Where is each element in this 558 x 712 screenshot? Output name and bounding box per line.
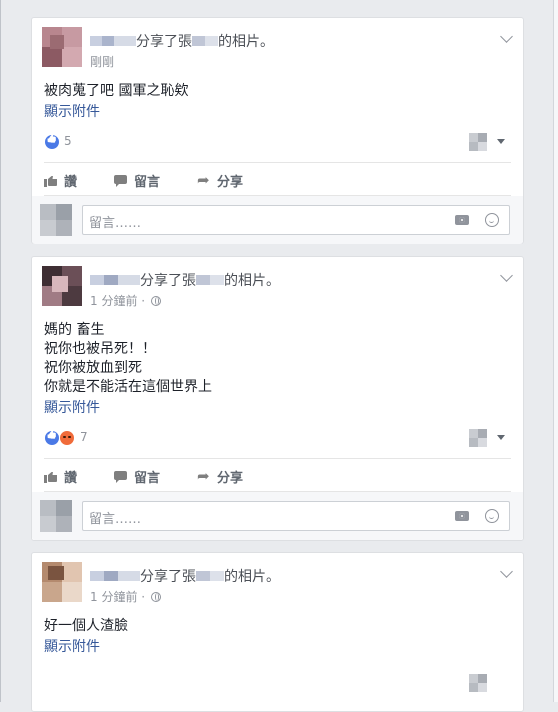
share-as-avatar[interactable] <box>469 674 487 692</box>
smiley-icon[interactable] <box>485 213 499 227</box>
share-as-caret-icon[interactable] <box>497 139 505 144</box>
share-button[interactable]: 分享 <box>197 171 243 190</box>
share-headline: 分享了張 的相片。 <box>90 270 280 290</box>
share-object: 的相片。 <box>224 569 280 585</box>
angry-face-icon[interactable] <box>59 430 75 446</box>
post-card: 分享了張 的相片。 1 分鐘前 · 媽的 畜生 祝你也被吊死！！ 祝你被放血到死 … <box>31 256 524 541</box>
post-text-line: 祝你也被吊死！！ <box>44 341 156 357</box>
post-text-line: 被肉蒐了吧 國軍之恥欸 <box>44 83 189 99</box>
comment-label: 留言 <box>134 175 161 190</box>
globe-icon[interactable] <box>150 592 161 602</box>
like-button[interactable]: 讚 <box>44 171 77 190</box>
share-label: 分享 <box>217 175 244 190</box>
post-menu-chevron-icon[interactable] <box>500 269 513 282</box>
owner-name-redacted[interactable] <box>192 34 218 48</box>
camera-icon[interactable] <box>455 215 469 225</box>
action-bar: 讚 留言 分享 <box>44 459 511 492</box>
like-reaction-icon[interactable] <box>44 430 60 446</box>
share-button[interactable]: 分享 <box>197 467 243 486</box>
post-body: 媽的 畜生 祝你也被吊死！！ 祝你被放血到死 你就是不能活在這個世界上 顯示附件 <box>32 317 523 418</box>
author-name-redacted[interactable] <box>90 569 140 583</box>
post-text-line: 你就是不能活在這個世界上 <box>44 379 212 395</box>
show-attachment-link[interactable]: 顯示附件 <box>44 638 511 657</box>
share-headline: 分享了張 的相片。 <box>90 31 274 51</box>
scrollbar-track[interactable] <box>553 0 558 702</box>
reactions-bar: 7 <box>44 418 511 459</box>
author-avatar[interactable] <box>42 27 82 67</box>
comment-label: 留言 <box>134 471 161 486</box>
share-as-caret-icon[interactable] <box>497 435 505 440</box>
author-name-redacted[interactable] <box>90 34 136 48</box>
thumbs-up-icon <box>44 471 58 483</box>
like-label: 讚 <box>64 175 78 190</box>
show-attachment-link[interactable]: 顯示附件 <box>44 399 511 418</box>
reaction-count[interactable]: 5 <box>64 134 72 148</box>
post-meta: 1 分鐘前 · <box>90 588 161 605</box>
action-bar: 讚 留言 分享 <box>44 163 511 196</box>
post-menu-chevron-icon[interactable] <box>500 565 513 578</box>
share-as-avatar[interactable] <box>469 133 487 151</box>
comment-input[interactable]: 留言…… <box>82 501 510 531</box>
like-label: 讚 <box>64 471 78 486</box>
comment-button[interactable]: 留言 <box>114 467 160 486</box>
share-verb: 分享了張 <box>136 34 192 50</box>
post-header: 分享了張 的相片。 剛剛 <box>32 18 523 78</box>
viewer-avatar <box>40 500 72 532</box>
share-object: 的相片。 <box>224 273 280 289</box>
share-label: 分享 <box>217 471 244 486</box>
globe-icon[interactable] <box>150 296 161 306</box>
reaction-count[interactable]: 7 <box>80 430 88 444</box>
post-text-line: 媽的 畜生 <box>44 322 105 338</box>
post-time[interactable]: 1 分鐘前 · <box>90 294 145 308</box>
share-verb: 分享了張 <box>140 569 196 585</box>
share-verb: 分享了張 <box>140 273 196 289</box>
post-body: 被肉蒐了吧 國軍之恥欸 顯示附件 <box>32 78 523 122</box>
show-attachment-link[interactable]: 顯示附件 <box>44 103 511 122</box>
post-time[interactable]: 1 分鐘前 · <box>90 590 145 604</box>
comment-input[interactable]: 留言…… <box>82 205 510 235</box>
comment-composer: 留言…… <box>32 196 523 244</box>
camera-icon[interactable] <box>455 511 469 521</box>
post-text-line: 好一個人渣臉 <box>44 618 128 634</box>
like-reaction-icon[interactable] <box>44 134 60 150</box>
share-object: 的相片。 <box>218 34 274 50</box>
author-avatar[interactable] <box>42 562 82 602</box>
post-meta: 1 分鐘前 · <box>90 292 161 309</box>
reactions-bar <box>44 657 511 697</box>
post-text-line: 祝你被放血到死 <box>44 360 142 376</box>
share-headline: 分享了張 的相片。 <box>90 566 280 586</box>
post-time[interactable]: 剛剛 <box>90 55 114 69</box>
owner-name-redacted[interactable] <box>196 273 224 287</box>
post-body: 好一個人渣臉 顯示附件 <box>32 613 523 657</box>
reactions-bar: 5 <box>44 122 511 163</box>
post-header: 分享了張 的相片。 1 分鐘前 · <box>32 553 523 613</box>
owner-name-redacted[interactable] <box>196 569 224 583</box>
share-arrow-icon <box>197 467 211 485</box>
post-menu-chevron-icon[interactable] <box>500 30 513 43</box>
like-button[interactable]: 讚 <box>44 467 77 486</box>
viewer-avatar <box>40 204 72 236</box>
share-arrow-icon <box>197 171 211 189</box>
comment-bubble-icon <box>114 471 128 483</box>
author-name-redacted[interactable] <box>90 273 140 287</box>
post-card: 分享了張 的相片。 1 分鐘前 · 好一個人渣臉 顯示附件 <box>31 552 524 712</box>
post-header: 分享了張 的相片。 1 分鐘前 · <box>32 257 523 317</box>
comment-bubble-icon <box>114 175 128 187</box>
post-meta: 剛剛 <box>90 53 114 70</box>
share-as-avatar[interactable] <box>469 429 487 447</box>
smiley-icon[interactable] <box>485 509 499 523</box>
comment-placeholder: 留言…… <box>89 512 142 527</box>
comment-button[interactable]: 留言 <box>114 171 160 190</box>
comment-placeholder: 留言…… <box>89 216 142 231</box>
post-card: 分享了張 的相片。 剛剛 被肉蒐了吧 國軍之恥欸 顯示附件 5 讚 留言 分享 留… <box>31 17 524 244</box>
comment-composer: 留言…… <box>32 492 523 540</box>
author-avatar[interactable] <box>42 266 82 306</box>
thumbs-up-icon <box>44 175 58 187</box>
window-edge-left <box>0 0 1 702</box>
